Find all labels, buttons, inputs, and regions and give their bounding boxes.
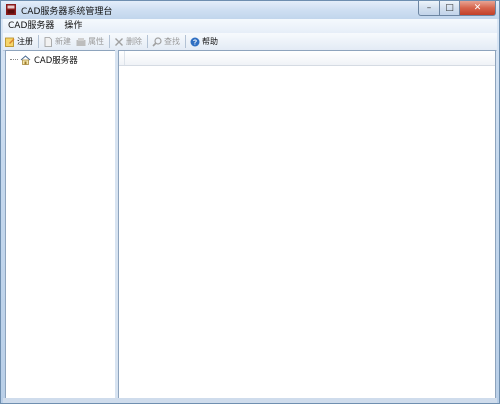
tree-node-label: CAD服务器 (34, 56, 78, 66)
menu-operation[interactable]: 操作 (59, 19, 87, 33)
status-bar (3, 398, 497, 403)
register-label: 注册 (17, 37, 33, 46)
minimize-button[interactable]: – (418, 1, 440, 16)
delete-label: 删除 (126, 37, 142, 46)
search-button[interactable]: 查找 (150, 34, 183, 49)
register-button[interactable]: 注册 (3, 34, 36, 49)
new-button[interactable]: 新建 (41, 34, 74, 49)
properties-button[interactable]: 属性 (74, 34, 107, 49)
maximize-button[interactable]: □ (440, 1, 460, 16)
title-bar[interactable]: CAD服务器系统管理台 – □ ✕ (1, 1, 499, 19)
help-icon: ? (190, 37, 200, 46)
help-label: 帮助 (202, 37, 218, 46)
register-icon (5, 37, 15, 47)
caption-buttons: – □ ✕ (418, 1, 496, 16)
svg-text:?: ? (193, 39, 197, 46)
list-header-cell[interactable] (119, 51, 125, 65)
delete-button[interactable]: 删除 (112, 34, 145, 49)
app-window: CAD服务器系统管理台 – □ ✕ CAD服务器 操作 注册 新建 属性 删除 … (0, 0, 500, 404)
list-pane[interactable] (118, 50, 496, 399)
delete-icon (115, 37, 123, 46)
list-header (119, 51, 495, 66)
app-icon (6, 4, 16, 15)
menu-cad-server[interactable]: CAD服务器 (3, 19, 59, 33)
toolbar-separator (38, 35, 39, 48)
menu-bar: CAD服务器 操作 (3, 19, 497, 33)
window-title: CAD服务器系统管理台 (21, 7, 113, 17)
tree-pane[interactable]: CAD服务器 (5, 50, 116, 399)
server-home-icon (20, 55, 31, 65)
new-document-icon (44, 36, 52, 47)
properties-icon (76, 37, 86, 46)
help-button[interactable]: ? 帮助 (188, 34, 221, 49)
tree-node-cad-server[interactable]: CAD服务器 (10, 54, 78, 66)
close-button[interactable]: ✕ (460, 1, 496, 16)
toolbar: 注册 新建 属性 删除 查找 ? 帮助 (3, 33, 497, 51)
toolbar-separator (185, 35, 186, 48)
search-icon (152, 36, 162, 47)
tree-connector (10, 59, 18, 61)
toolbar-separator (109, 35, 110, 48)
properties-label: 属性 (88, 37, 104, 46)
search-label: 查找 (164, 37, 180, 46)
new-label: 新建 (55, 37, 71, 46)
toolbar-separator (147, 35, 148, 48)
